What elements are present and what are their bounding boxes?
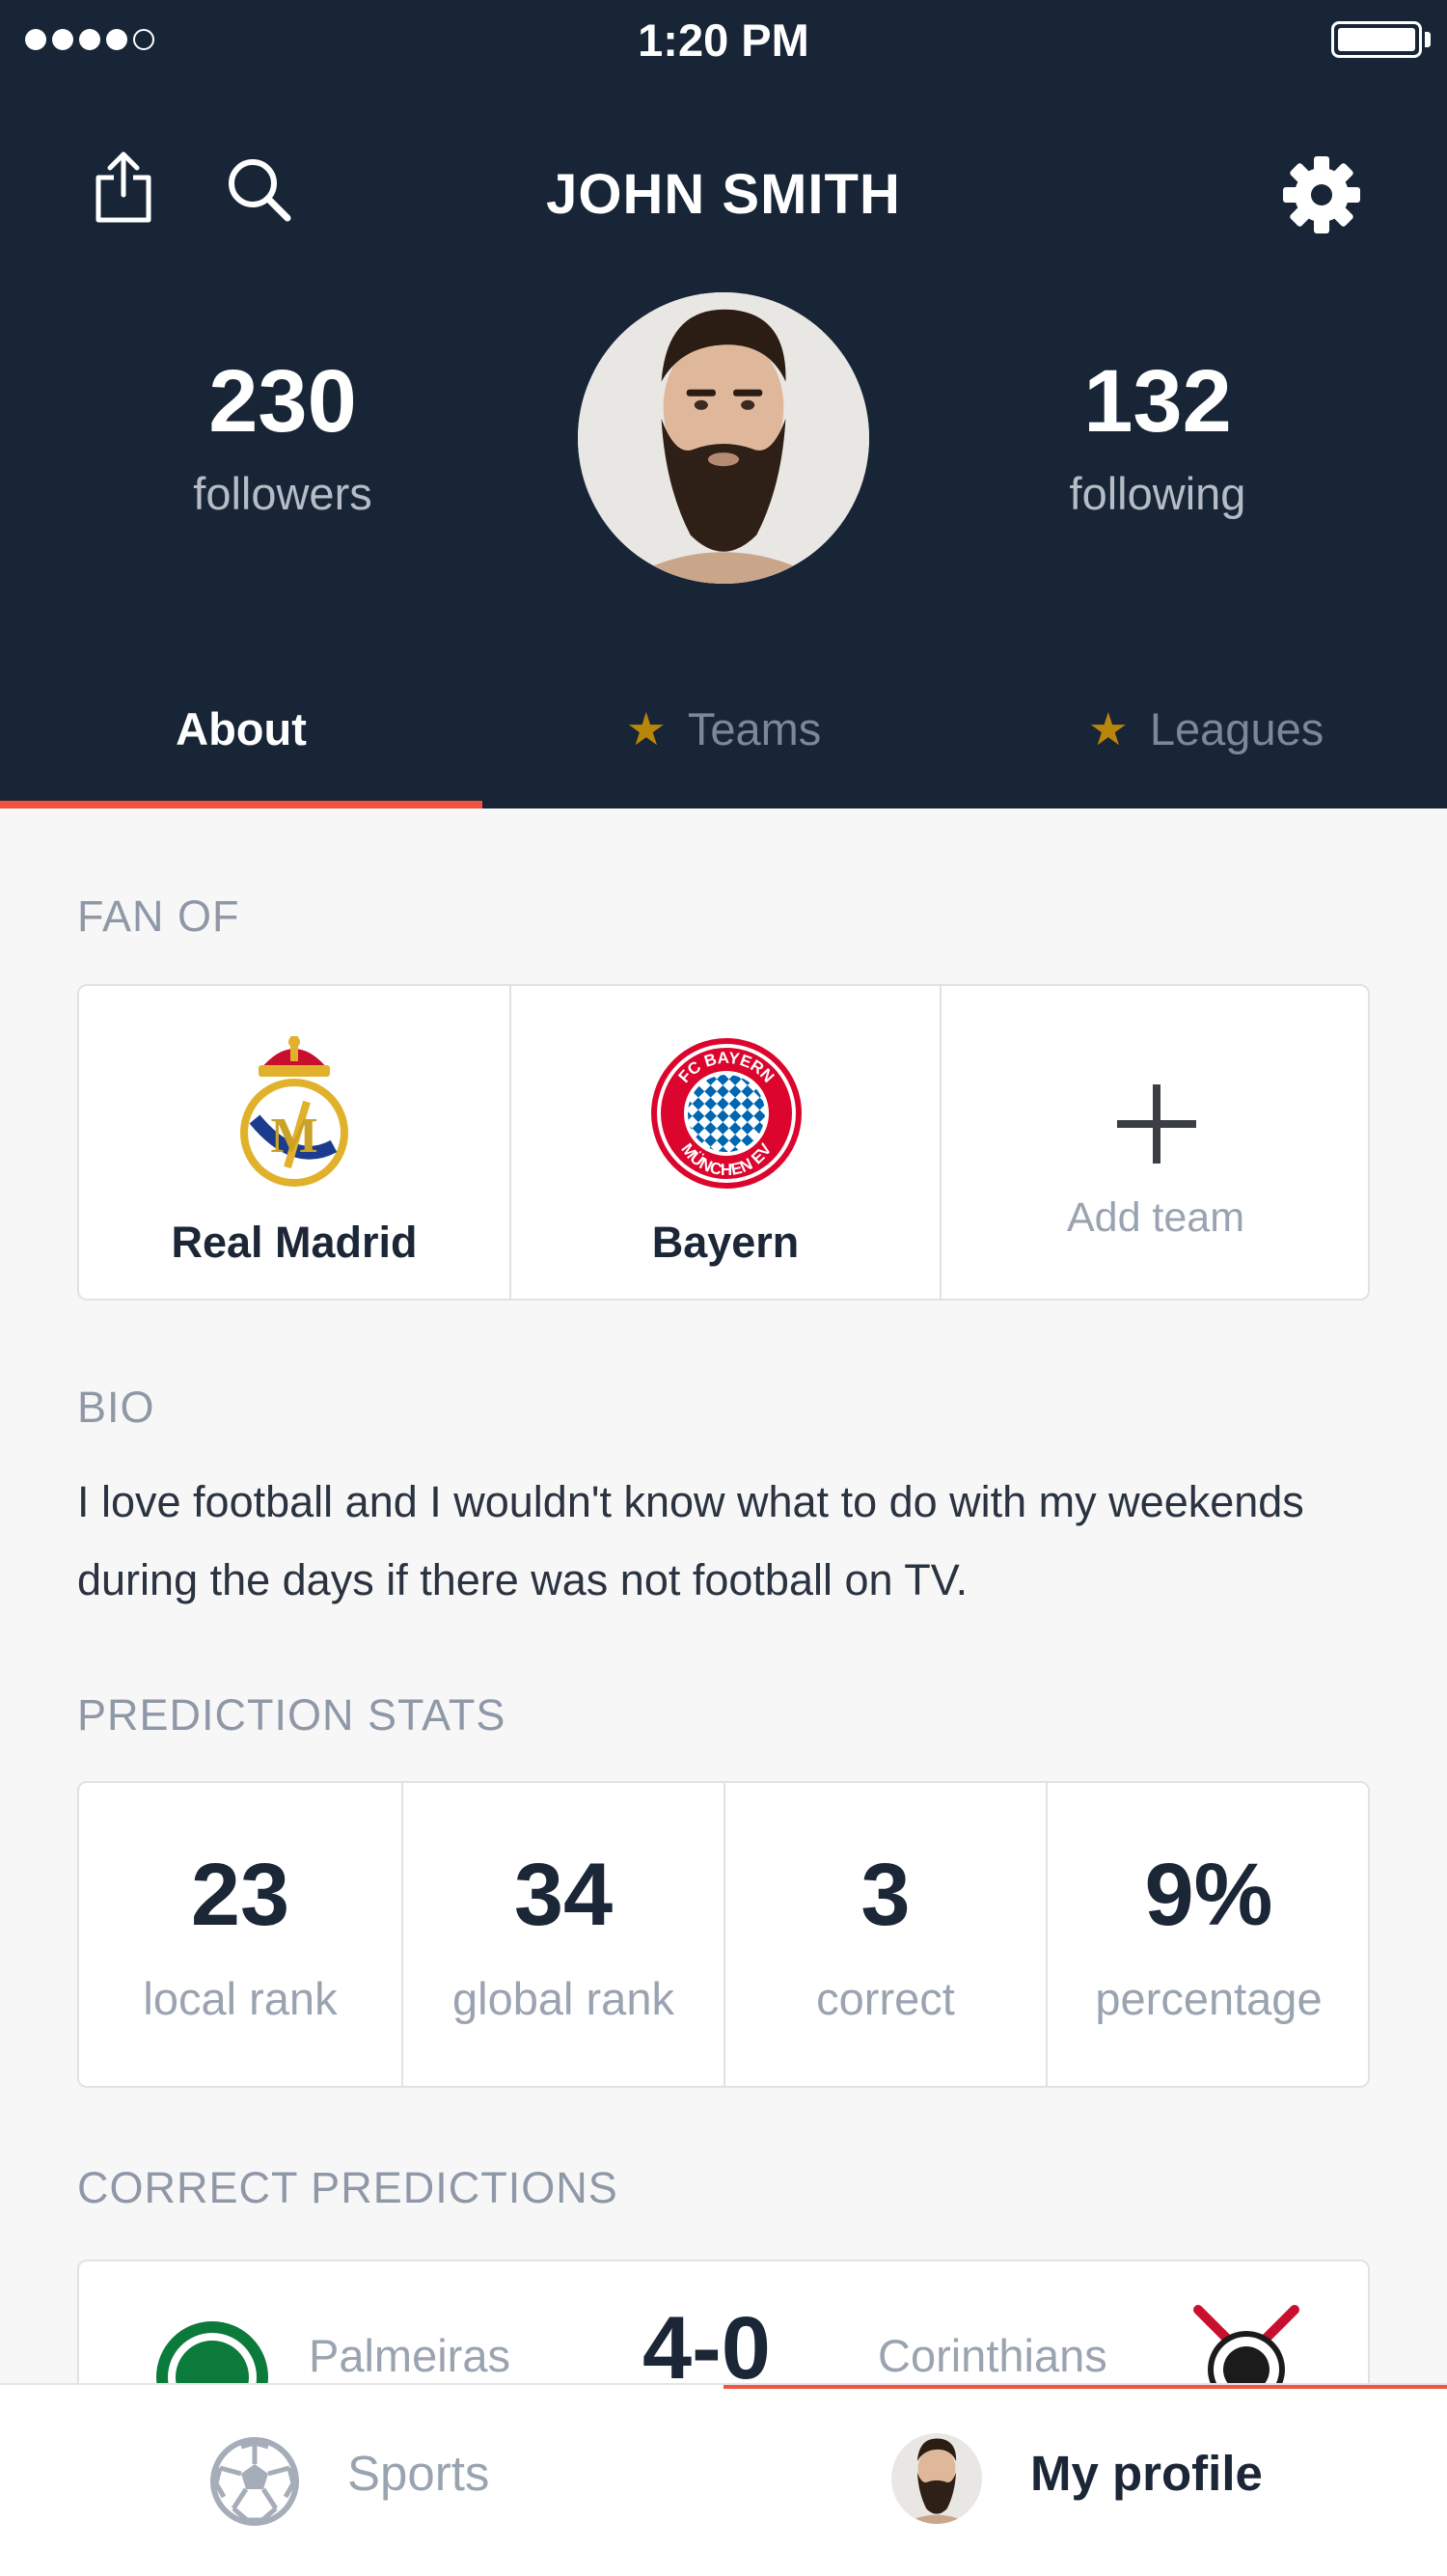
svg-text:M: M [270,1109,317,1164]
tab-leagues[interactable]: ★ Leagues [965,702,1447,764]
stat-value: 34 [513,1846,614,1944]
tab-teams-label: Teams [687,703,822,754]
stat-label: local rank [143,1973,338,2024]
bottom-navigation: Sports My profile [0,2383,1447,2576]
nav-item-sports[interactable]: Sports [0,2385,724,2576]
nav-item-my-profile[interactable]: My profile [724,2385,1447,2576]
team-name: Bayern [651,1218,800,1267]
stat-local-rank: 23 local rank [79,1783,401,2086]
bio-heading: BIO [77,1383,155,1432]
following-count: 132 [1083,352,1232,451]
star-icon: ★ [625,703,667,754]
profile-name-title: JOHN SMITH [546,163,901,226]
bio-text: I love football and I wouldn't know what… [77,1477,1304,1604]
star-icon: ★ [1087,703,1129,754]
stat-correct: 3 correct [724,1783,1046,2086]
team-real-madrid[interactable]: M Real Madrid [79,986,509,1299]
gear-icon[interactable] [1281,154,1362,235]
battery-tip [1425,32,1431,47]
followers-count: 230 [208,352,357,451]
nav-avatar [891,2433,982,2524]
fan-of-card: M Real Madrid FC BAYERN MÜNCHEN EV Bayer… [77,984,1370,1301]
stat-value: 23 [190,1846,290,1944]
avatar[interactable] [578,292,869,584]
nav-sports-label: Sports [347,2446,490,2501]
following-label: following [1069,468,1246,519]
home-team-name: Palmeiras [309,2330,510,2381]
real-madrid-crest-icon: M [240,1036,348,1187]
stat-value: 3 [860,1846,911,1944]
prediction-stats-heading: PREDICTION STATS [77,1690,506,1740]
add-team-label: Add team [1066,1194,1245,1241]
stat-global-rank: 34 global rank [401,1783,724,2086]
stat-percentage: 9% percentage [1046,1783,1370,2086]
stat-label: global rank [452,1973,674,2024]
stat-value: 9% [1144,1846,1273,1944]
battery-icon [1331,21,1422,58]
followers-stat[interactable]: 230 followers [70,357,495,520]
stat-label: correct [816,1973,955,2024]
tab-about[interactable]: About [0,702,482,764]
soccer-ball-icon [210,2437,299,2526]
tab-about-label: About [176,703,307,754]
tab-teams[interactable]: ★ Teams [482,702,965,764]
prediction-stats-card: 23 local rank 34 global rank 3 correct 9… [77,1781,1370,2088]
active-tab-indicator [0,801,482,808]
nav-my-profile-label: My profile [1030,2446,1263,2501]
plus-icon [1117,1084,1196,1164]
fan-of-heading: FAN OF [77,891,240,941]
away-team-name: Corinthians [878,2330,1107,2381]
tab-leagues-label: Leagues [1149,703,1324,754]
profile-header: 1:20 PM JOHN SMITH 230 followers 132 fol… [0,0,1447,808]
stat-label: percentage [1095,1973,1323,2024]
bayern-crest-icon: FC BAYERN MÜNCHEN EV [651,1038,802,1189]
add-team-button[interactable]: Add team [940,986,1370,1299]
correct-predictions-heading: CORRECT PREDICTIONS [77,2163,618,2212]
following-stat[interactable]: 132 following [945,357,1370,520]
status-time: 1:20 PM [638,14,809,66]
team-name: Real Madrid [171,1218,418,1267]
team-bayern[interactable]: FC BAYERN MÜNCHEN EV Bayern [509,986,940,1299]
followers-label: followers [193,468,372,519]
